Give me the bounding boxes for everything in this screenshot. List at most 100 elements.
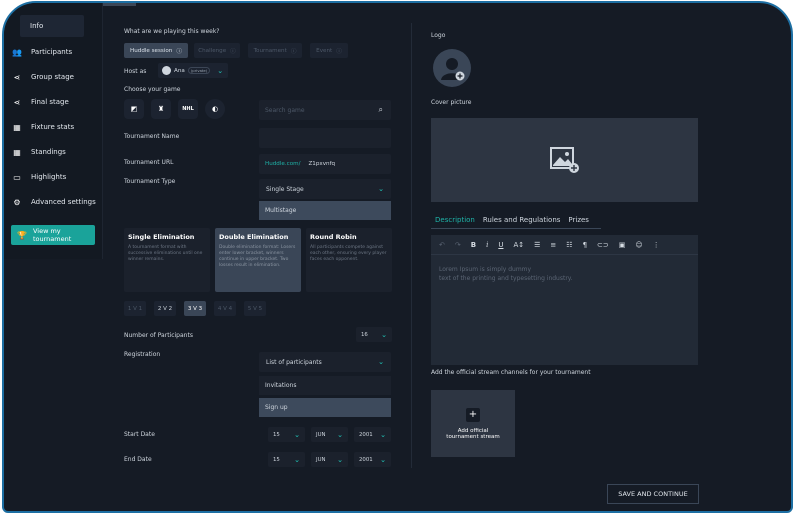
italic-icon[interactable]: i — [486, 241, 488, 249]
chevron-down-icon: ⌄ — [380, 455, 386, 464]
sidebar-item-label: Final stage — [31, 98, 69, 106]
format-card-single-elimination[interactable]: Single Elimination A tournament format w… — [124, 228, 210, 292]
media-panel: Logo Cover picture Description Rules and… — [431, 3, 701, 511]
registration-select[interactable]: List of participants ⌄ — [259, 352, 391, 372]
game-option-1[interactable]: ◩ — [124, 99, 144, 119]
chevron-down-icon: ⌄ — [378, 358, 384, 366]
calendar-icon: ▦ — [13, 147, 21, 157]
save-continue-button[interactable]: SAVE AND CONTINUE — [607, 484, 699, 504]
registration-option-signup[interactable]: Sign up — [259, 398, 391, 417]
sidebar-item-participants[interactable]: 👥 Participants — [8, 41, 103, 63]
share-icon: ⋖ — [13, 97, 21, 107]
tab-prizes[interactable]: Prizes — [568, 216, 589, 228]
tournament-type-option[interactable]: Multistage — [259, 201, 391, 220]
info-icon: ⓘ — [290, 48, 297, 55]
cover-upload[interactable] — [431, 118, 698, 202]
sidebar-item-standings[interactable]: ▦ Standings — [8, 141, 103, 163]
participants-select[interactable]: 16 ⌄ — [356, 327, 392, 342]
chevron-down-icon: ⌄ — [381, 330, 387, 339]
image-add-icon — [549, 147, 579, 173]
tournament-name-input[interactable] — [259, 128, 391, 148]
emoji-icon[interactable]: ☺ — [635, 241, 642, 249]
view-tournament-button[interactable]: 🏆 View my tournament — [11, 225, 95, 245]
game-2-icon: ♜ — [157, 105, 165, 113]
list-icon[interactable]: ☷ — [566, 241, 572, 249]
sidebar-item-label: Fixture stats — [31, 123, 75, 131]
paragraph-icon[interactable]: ¶ — [583, 241, 587, 249]
mode-3v3[interactable]: 3 V 3 — [184, 301, 206, 316]
tab-description[interactable]: Description — [435, 216, 475, 228]
logo-upload[interactable] — [433, 49, 471, 87]
game-4-icon: ◐ — [211, 105, 219, 113]
sidebar-item-label: Advanced settings — [31, 198, 96, 206]
more-icon[interactable]: ⋮ — [653, 241, 660, 249]
mode-1v1[interactable]: 1 V 1 — [124, 301, 146, 316]
start-month-select[interactable]: JUN ⌄ — [311, 427, 348, 442]
session-type-tournament[interactable]: Tournament ⓘ — [248, 43, 302, 58]
tournament-name-label: Tournament Name — [124, 133, 180, 140]
link-icon[interactable]: ⊂⊃ — [597, 241, 609, 249]
start-year-select[interactable]: 2001 ⌄ — [354, 427, 391, 442]
end-year-select[interactable]: 2001 ⌄ — [354, 452, 391, 467]
end-day-select[interactable]: 15 ⌄ — [268, 452, 305, 467]
sidebar: Info 👥 Participants ⋖ Group stage ⋖ Fina… — [4, 3, 103, 259]
align-left-icon[interactable]: ☰ — [534, 241, 540, 249]
chevron-down-icon: ⌄ — [217, 66, 224, 75]
mode-2v2[interactable]: 2 V 2 — [154, 301, 176, 316]
trophy-icon: 🏆 — [17, 230, 27, 240]
chevron-down-icon: ⌄ — [380, 430, 386, 439]
sidebar-item-label: Group stage — [31, 73, 74, 81]
image-icon[interactable]: ▣ — [619, 241, 626, 249]
tournament-type-select[interactable]: Single Stage ⌄ — [259, 179, 391, 199]
session-type-challenge[interactable]: Challenge ⓘ — [194, 43, 240, 58]
cover-label: Cover picture — [431, 99, 472, 106]
mode-4v4[interactable]: 4 V 4 — [214, 301, 236, 316]
format-card-double-elimination[interactable]: Double Elimination Double elimination fo… — [215, 228, 301, 292]
sidebar-item-advanced-settings[interactable]: ⚙ Advanced settings — [8, 191, 103, 213]
mode-5v5[interactable]: 5 V 5 — [244, 301, 266, 316]
undo-icon[interactable]: ↶ — [439, 241, 445, 249]
sidebar-item-fixture-stats[interactable]: ▦ Fixture stats — [8, 116, 103, 138]
game-1-icon: ◩ — [130, 105, 138, 113]
plus-icon: + — [466, 407, 480, 422]
participants-label: Number of Participants — [124, 332, 193, 339]
choose-game-label: Choose your game — [124, 86, 181, 93]
chevron-down-icon: ⌄ — [294, 455, 300, 464]
rich-text-editor[interactable]: ↶ ↷ B i U A↕ ☰ ≡ ☷ ¶ ⊂⊃ ▣ ☺ ⋮ Lorem Ipsu… — [431, 235, 698, 365]
tab-rules[interactable]: Rules and Regulations — [483, 216, 561, 228]
sidebar-item-label: Info — [30, 22, 44, 30]
game-option-nhl[interactable]: NHL — [178, 99, 198, 119]
start-day-select[interactable]: 15 ⌄ — [268, 427, 305, 442]
session-type-event[interactable]: Event ⓘ — [310, 43, 348, 58]
game-option-2[interactable]: ♜ — [151, 99, 171, 119]
end-month-select[interactable]: JUN ⌄ — [311, 452, 348, 467]
sidebar-item-highlights[interactable]: ▭ Highlights — [8, 166, 103, 188]
redo-icon[interactable]: ↷ — [455, 241, 461, 249]
end-date-label: End Date — [124, 456, 152, 463]
share-icon: ⋖ — [13, 72, 21, 82]
tournament-form: What are we playing this week? Huddle se… — [104, 3, 410, 511]
registration-option-invitations[interactable]: Invitations — [259, 376, 391, 395]
sidebar-item-group-stage[interactable]: ⋖ Group stage — [8, 66, 103, 88]
align-center-icon[interactable]: ≡ — [550, 241, 556, 249]
editor-content[interactable]: Lorem Ipsum is simply dummy text of the … — [431, 255, 698, 293]
sidebar-item-final-stage[interactable]: ⋖ Final stage — [8, 91, 103, 113]
font-size-icon[interactable]: A↕ — [513, 241, 524, 249]
underline-icon[interactable]: U — [498, 241, 503, 249]
sidebar-item-info[interactable]: Info — [20, 15, 84, 37]
search-icon: ⌕ — [378, 105, 383, 114]
format-card-round-robin[interactable]: Round Robin All participants compete aga… — [306, 228, 392, 292]
description-tabs: Description Rules and Regulations Prizes — [431, 216, 601, 229]
user-avatar-icon — [441, 58, 465, 81]
bold-icon[interactable]: B — [471, 241, 476, 249]
calendar-icon: ▦ — [13, 122, 21, 132]
tournament-url-input[interactable]: Huddle.com/ Z1pxvnfq — [259, 154, 391, 174]
gear-icon: ⚙ — [13, 197, 21, 207]
session-type-huddle[interactable]: Huddle session ⓘ — [124, 43, 188, 58]
host-select[interactable]: Ana (private) ⌄ — [158, 63, 228, 78]
game-search-input[interactable]: Search game ⌕ — [259, 100, 391, 120]
game-option-4[interactable]: ◐ — [205, 99, 225, 119]
add-stream-button[interactable]: + Add official tournament stream — [431, 390, 515, 457]
sidebar-item-label: Participants — [31, 48, 73, 56]
private-badge: (private) — [187, 67, 211, 74]
